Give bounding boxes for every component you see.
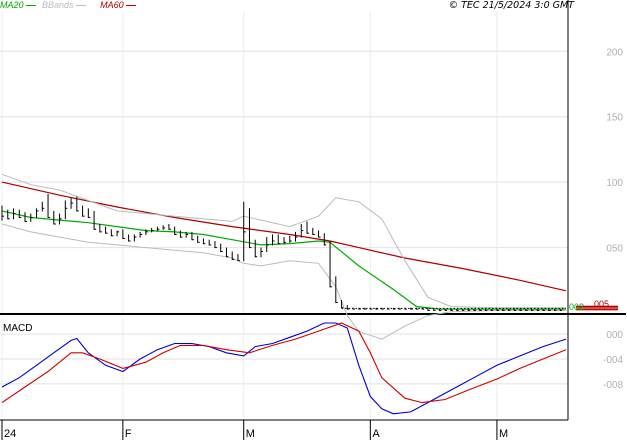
macd-line xyxy=(1,322,567,415)
x-tick-label: F xyxy=(125,428,132,440)
stock-chart: 200 150 100 050 000 -004 -008 24 F M A M 002 005 MACD xyxy=(0,0,626,440)
price-y-tick-label: 100 xyxy=(606,178,623,189)
signal-line xyxy=(1,322,567,404)
ma60-line xyxy=(1,181,567,292)
macd-y-tick-label: -008 xyxy=(603,380,623,391)
x-tick-label: 24 xyxy=(4,428,16,440)
x-tick-label: M xyxy=(246,428,255,440)
macd-panel-title: MACD xyxy=(3,323,32,334)
ma60-end-label: 005 xyxy=(594,299,609,309)
x-tick-label: A xyxy=(372,428,380,440)
ma20-end-label: 002 xyxy=(569,302,584,312)
macd-y-tick-label: 000 xyxy=(606,330,623,341)
x-tick-label: M xyxy=(499,428,508,440)
price-y-tick-label: 200 xyxy=(606,47,623,58)
price-y-tick-label: 050 xyxy=(606,244,623,255)
macd-y-tick-label: -004 xyxy=(603,355,623,366)
price-y-tick-label: 150 xyxy=(606,113,623,124)
